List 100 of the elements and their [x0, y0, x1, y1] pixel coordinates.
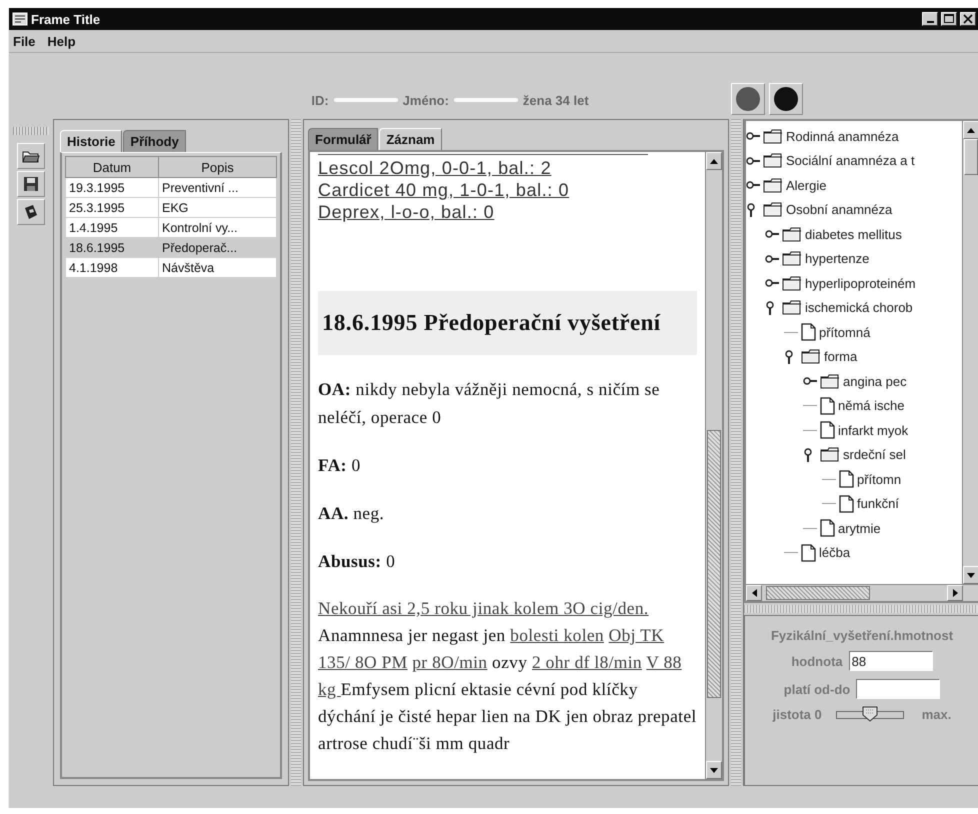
document-icon — [820, 396, 835, 415]
tree-item[interactable]: Alergie — [786, 178, 826, 193]
tree-item[interactable]: diabetes mellitus — [805, 226, 902, 242]
tree-item[interactable]: Osobní anamnéza — [786, 202, 892, 218]
input-field[interactable] — [856, 679, 940, 699]
medication-link[interactable]: Deprex, l-o-o, bal.: 0 — [318, 201, 494, 223]
table-row[interactable]: 19.3.1995 Preventivní ... — [66, 178, 276, 198]
tree-item[interactable]: Sociální anamnéza a t — [786, 153, 915, 168]
tree-item[interactable]: infarkt myok — [838, 422, 908, 438]
medication-link[interactable]: Cardicet 40 mg, 1-0-1, bal.: 0 — [318, 179, 570, 201]
vertical-scrollbar[interactable] — [705, 152, 722, 779]
field-label: hodnota — [791, 654, 843, 668]
tree-item[interactable]: Rodinná anamnéza — [786, 128, 899, 144]
table-cell: Návštěva — [158, 258, 276, 278]
record-field: Abusus: 0 — [318, 547, 697, 575]
tree-item[interactable]: srdeční sel — [843, 447, 906, 462]
minimize-icon — [926, 21, 934, 23]
maximize-button[interactable] — [941, 12, 957, 26]
tree-item[interactable]: němá ische — [838, 398, 904, 414]
slider-max-label: max. — [922, 707, 952, 722]
folder-icon — [782, 251, 802, 266]
toolbar-grip[interactable] — [13, 127, 49, 135]
close-icon — [963, 14, 973, 24]
table-cell: 1.4.1995 — [66, 218, 158, 238]
book-button[interactable] — [17, 199, 45, 225]
document-icon — [820, 519, 835, 538]
status-button[interactable] — [769, 83, 803, 115]
tree-item[interactable]: arytmie — [838, 520, 881, 536]
tree-item[interactable]: přítomná — [819, 324, 870, 340]
down-arrow-icon — [967, 572, 975, 578]
tree-item[interactable]: léčba — [819, 545, 850, 560]
vertical-scrollbar[interactable] — [962, 121, 978, 584]
folder-icon — [801, 349, 821, 364]
record-field: AA. neg. — [318, 499, 697, 527]
tab[interactable]: Formulář — [308, 128, 378, 150]
up-arrow-icon — [967, 128, 975, 132]
scroll-thumb[interactable] — [766, 586, 870, 600]
tab[interactable]: Záznam — [379, 128, 442, 150]
table-cell: Preventivní ... — [158, 178, 276, 198]
app-icon — [12, 11, 28, 27]
record-field: OA: nikdy nebyla vážněji nemocná, s ničím se neléčí, operace 0 — [318, 375, 697, 431]
table-cell: 19.3.1995 — [66, 178, 158, 198]
input-field[interactable]: 88 — [848, 651, 933, 671]
tree-item[interactable]: funkční — [857, 496, 899, 512]
folder-icon — [763, 202, 783, 218]
folder-icon — [820, 447, 840, 462]
table-cell: EKG — [158, 198, 276, 218]
slider-thumb[interactable] — [862, 706, 878, 722]
record-field: FA: 0 — [318, 451, 697, 479]
book-icon — [23, 204, 39, 220]
tree-item[interactable]: forma — [824, 349, 858, 364]
down-arrow-icon — [710, 768, 718, 772]
scroll-thumb[interactable] — [707, 430, 721, 698]
folder-icon — [820, 374, 840, 389]
document-icon — [801, 323, 816, 342]
field-label: platí od-do — [784, 682, 850, 696]
tree-item[interactable]: ischemická chorob — [805, 300, 913, 316]
name-label: Jméno: — [402, 92, 449, 108]
table-row[interactable]: 25.3.1995 EKG — [66, 198, 276, 218]
table-cell: Kontrolní vy... — [158, 218, 276, 238]
slider-label: jistota 0 — [772, 707, 822, 722]
table-row[interactable]: 1.4.1995 Kontrolní vy... — [66, 218, 276, 238]
folder-icon — [763, 178, 783, 193]
folder-icon — [763, 128, 783, 144]
right-arrow-icon — [952, 589, 958, 597]
table-row[interactable]: 4.1.1998 Návštěva — [66, 258, 276, 278]
folder-icon — [782, 300, 802, 316]
tree-item[interactable]: přítomn — [857, 472, 902, 487]
menu-item[interactable]: Help — [47, 34, 76, 48]
window-title: Frame Title — [31, 12, 100, 26]
document-icon — [839, 470, 854, 488]
record-heading: 18.6.1995 Předoperační vyšetření — [318, 291, 697, 355]
table-row[interactable]: 18.6.1995 Předoperač... — [66, 238, 276, 258]
table-cell: 4.1.1998 — [66, 258, 158, 278]
up-arrow-icon — [710, 158, 718, 164]
record-paragraph: Nekouří asi 2,5 roku jinak kolem 3O cig/den. Anamnnesa jer negast jen bolesti kolen Obj TK 135/ 8O PM pr 8O/min ozvy 2 ohr df l8/min V 88 kg Emfysem plicní ektasie cévní pod klíčky dýchání je čisté hepar lien na DK jen obraz prepatel artrose chudí¨ši mm quadr — [318, 597, 697, 755]
tab[interactable]: Příhody — [123, 130, 186, 152]
document-icon — [839, 494, 854, 513]
tab[interactable]: Historie — [60, 130, 122, 152]
menu-item[interactable]: File — [13, 34, 36, 48]
minimize-button[interactable] — [922, 12, 938, 26]
column-header[interactable]: Datum — [66, 156, 158, 178]
column-header[interactable]: Popis — [158, 156, 276, 178]
id-label: ID: — [311, 92, 329, 108]
left-arrow-icon — [752, 589, 756, 597]
tree-item[interactable]: hypertenze — [805, 251, 870, 266]
redacted-bar — [334, 98, 398, 102]
folder-icon — [782, 276, 802, 291]
maximize-icon — [944, 14, 954, 24]
patient-details: žena 34 let — [522, 92, 589, 108]
close-button[interactable] — [960, 12, 976, 26]
medication-link[interactable]: Lescol 2Omg, 0-0-1, bal.: 2 — [318, 157, 552, 179]
open-button[interactable] — [17, 143, 45, 169]
horizontal-scrollbar[interactable] — [746, 584, 978, 601]
status-button[interactable] — [731, 83, 765, 115]
tree-item[interactable]: angina pec — [843, 374, 907, 389]
tree-item[interactable]: hyperlipoproteiném — [805, 276, 916, 291]
document-icon — [801, 544, 816, 562]
detail-title: Fyzikální_vyšetření.hmotnost — [770, 628, 954, 643]
save-button[interactable] — [17, 171, 45, 197]
